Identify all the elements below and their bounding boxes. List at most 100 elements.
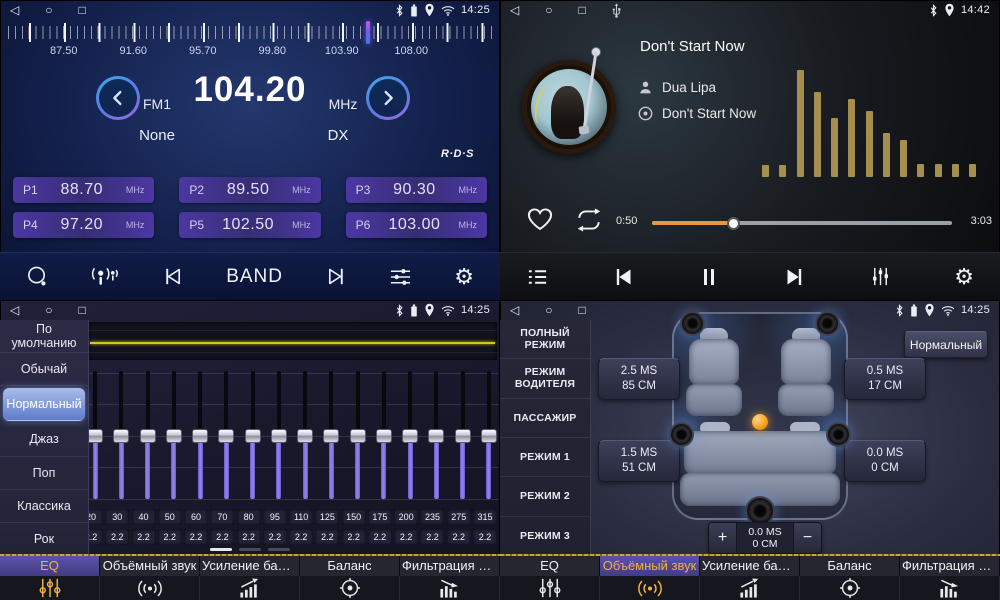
fc-value[interactable]: 150 (342, 509, 366, 525)
q-value[interactable]: 2.2 (420, 529, 444, 545)
fc-value[interactable]: 275 (447, 509, 471, 525)
nav-home-icon[interactable]: ○ (545, 300, 552, 320)
seek-up-button[interactable] (366, 76, 410, 120)
eq-slider-knob[interactable] (87, 429, 103, 443)
tab-surround[interactable]: Объёмный звук (100, 556, 200, 600)
tab-balance[interactable]: Баланс (800, 556, 900, 600)
rear-left-delay-button[interactable]: 1.5 MS 51 CM (598, 440, 680, 482)
nav-recents-icon[interactable]: □ (78, 300, 85, 320)
sound-mode-item[interactable]: РЕЖИМ ВОДИТЕЛЯ (500, 359, 590, 398)
tab-filter[interactable]: Фильтрация ба… (900, 556, 1000, 600)
next-track-button[interactable] (783, 265, 807, 289)
delay-increase-button[interactable]: + (709, 523, 736, 553)
fc-value[interactable]: 50 (158, 509, 182, 525)
eq-slider-knob[interactable] (402, 429, 418, 443)
fc-value[interactable]: 70 (210, 509, 234, 525)
q-value[interactable]: 2.2 (158, 529, 182, 545)
fc-value[interactable]: 110 (289, 509, 313, 525)
nav-back-icon[interactable]: ◁ (10, 0, 19, 20)
equalizer-shortcut-button[interactable] (389, 267, 412, 287)
band-page-indicator[interactable] (210, 548, 290, 551)
eq-band-slider[interactable] (271, 371, 287, 501)
fc-value[interactable]: 315 (473, 509, 497, 525)
eq-band-slider[interactable] (297, 371, 313, 501)
q-value[interactable]: 2.2 (210, 529, 234, 545)
eq-preset-item[interactable]: Классика (0, 490, 88, 523)
tab-surround[interactable]: Объёмный звук (600, 556, 700, 600)
rear-right-speaker-icon[interactable] (826, 422, 851, 447)
eq-band-slider[interactable] (323, 371, 339, 501)
eq-preset-item[interactable]: Нормальный (3, 388, 85, 421)
eq-band-slider[interactable] (113, 371, 129, 501)
next-station-button[interactable] (325, 265, 348, 288)
eq-slider-knob[interactable] (271, 429, 287, 443)
nav-back-icon[interactable]: ◁ (510, 0, 519, 20)
preset-button[interactable]: P5 102.50 MHz (179, 212, 320, 238)
nav-home-icon[interactable]: ○ (45, 0, 52, 20)
eq-preset-item[interactable]: Рок (0, 523, 88, 556)
eq-preset-item[interactable]: Обычай (0, 353, 88, 386)
scan-button[interactable] (26, 265, 49, 288)
playlist-button[interactable] (526, 267, 549, 287)
q-value[interactable]: 2.2 (394, 529, 418, 545)
eq-preset-item[interactable]: По умолчанию (0, 320, 88, 353)
preset-button[interactable]: P4 97.20 MHz (13, 212, 154, 238)
q-value[interactable]: 2.2 (105, 529, 129, 545)
preset-button[interactable]: P6 103.00 MHz (346, 212, 487, 238)
nav-back-icon[interactable]: ◁ (510, 300, 519, 320)
pause-button[interactable] (697, 265, 721, 289)
tab-filter[interactable]: Фильтрация ба… (400, 556, 500, 600)
fc-value[interactable]: 235 (420, 509, 444, 525)
q-value[interactable]: 2.2 (263, 529, 287, 545)
dx-local-button[interactable] (91, 265, 120, 288)
fc-value[interactable]: 80 (237, 509, 261, 525)
eq-preset-item[interactable]: Поп (0, 457, 88, 490)
q-value[interactable]: 2.2 (368, 529, 392, 545)
eq-slider-knob[interactable] (455, 429, 471, 443)
favorite-button[interactable] (526, 206, 554, 232)
eq-slider-knob[interactable] (113, 429, 129, 443)
eq-preset-item[interactable]: Джаз (0, 423, 88, 456)
q-value[interactable]: 2.2 (132, 529, 156, 545)
eq-slider-knob[interactable] (140, 429, 156, 443)
eq-band-slider[interactable] (218, 371, 234, 501)
front-right-delay-button[interactable]: 0.5 MS 17 CM (844, 358, 926, 400)
eq-slider-knob[interactable] (166, 429, 182, 443)
q-value[interactable]: 2.2 (447, 529, 471, 545)
preset-button[interactable]: P2 89.50 MHz (179, 177, 320, 203)
q-value[interactable]: 2.2 (315, 529, 339, 545)
eq-band-slider[interactable] (192, 371, 208, 501)
q-value[interactable]: 2.2 (473, 529, 497, 545)
eq-band-slider[interactable] (376, 371, 392, 501)
settings-gear-icon[interactable]: ⚙ (454, 266, 474, 288)
fc-value[interactable]: 95 (263, 509, 287, 525)
fc-value[interactable]: 200 (394, 509, 418, 525)
q-value[interactable]: 2.2 (184, 529, 208, 545)
sound-mode-item[interactable]: РЕЖИМ 1 (500, 438, 590, 477)
seek-bar[interactable] (652, 221, 952, 225)
eq-slider-knob[interactable] (481, 429, 497, 443)
tab-eq[interactable]: EQ (0, 556, 100, 600)
nav-home-icon[interactable]: ○ (45, 300, 52, 320)
eq-band-slider[interactable] (402, 371, 418, 501)
eq-slider-knob[interactable] (192, 429, 208, 443)
tab-eq[interactable]: EQ (500, 556, 600, 600)
eq-band-slider[interactable] (87, 371, 103, 501)
fc-value[interactable]: 175 (368, 509, 392, 525)
previous-track-button[interactable] (611, 265, 635, 289)
equalizer-shortcut-button[interactable] (869, 265, 892, 288)
repeat-button[interactable] (574, 208, 604, 232)
eq-slider-knob[interactable] (376, 429, 392, 443)
nav-recents-icon[interactable]: □ (78, 0, 85, 20)
sound-mode-item[interactable]: РЕЖИМ 3 (500, 517, 590, 556)
tab-balance[interactable]: Баланс (300, 556, 400, 600)
eq-band-slider[interactable] (455, 371, 471, 501)
preset-button[interactable]: P3 90.30 MHz (346, 177, 487, 203)
eq-band-slider[interactable] (140, 371, 156, 501)
nav-home-icon[interactable]: ○ (545, 0, 552, 20)
eq-band-slider[interactable] (350, 371, 366, 501)
nav-back-icon[interactable]: ◁ (10, 300, 19, 320)
fc-value[interactable]: 40 (132, 509, 156, 525)
sound-mode-item[interactable]: ПАССАЖИР (500, 399, 590, 438)
band-button[interactable]: BAND (226, 266, 283, 288)
